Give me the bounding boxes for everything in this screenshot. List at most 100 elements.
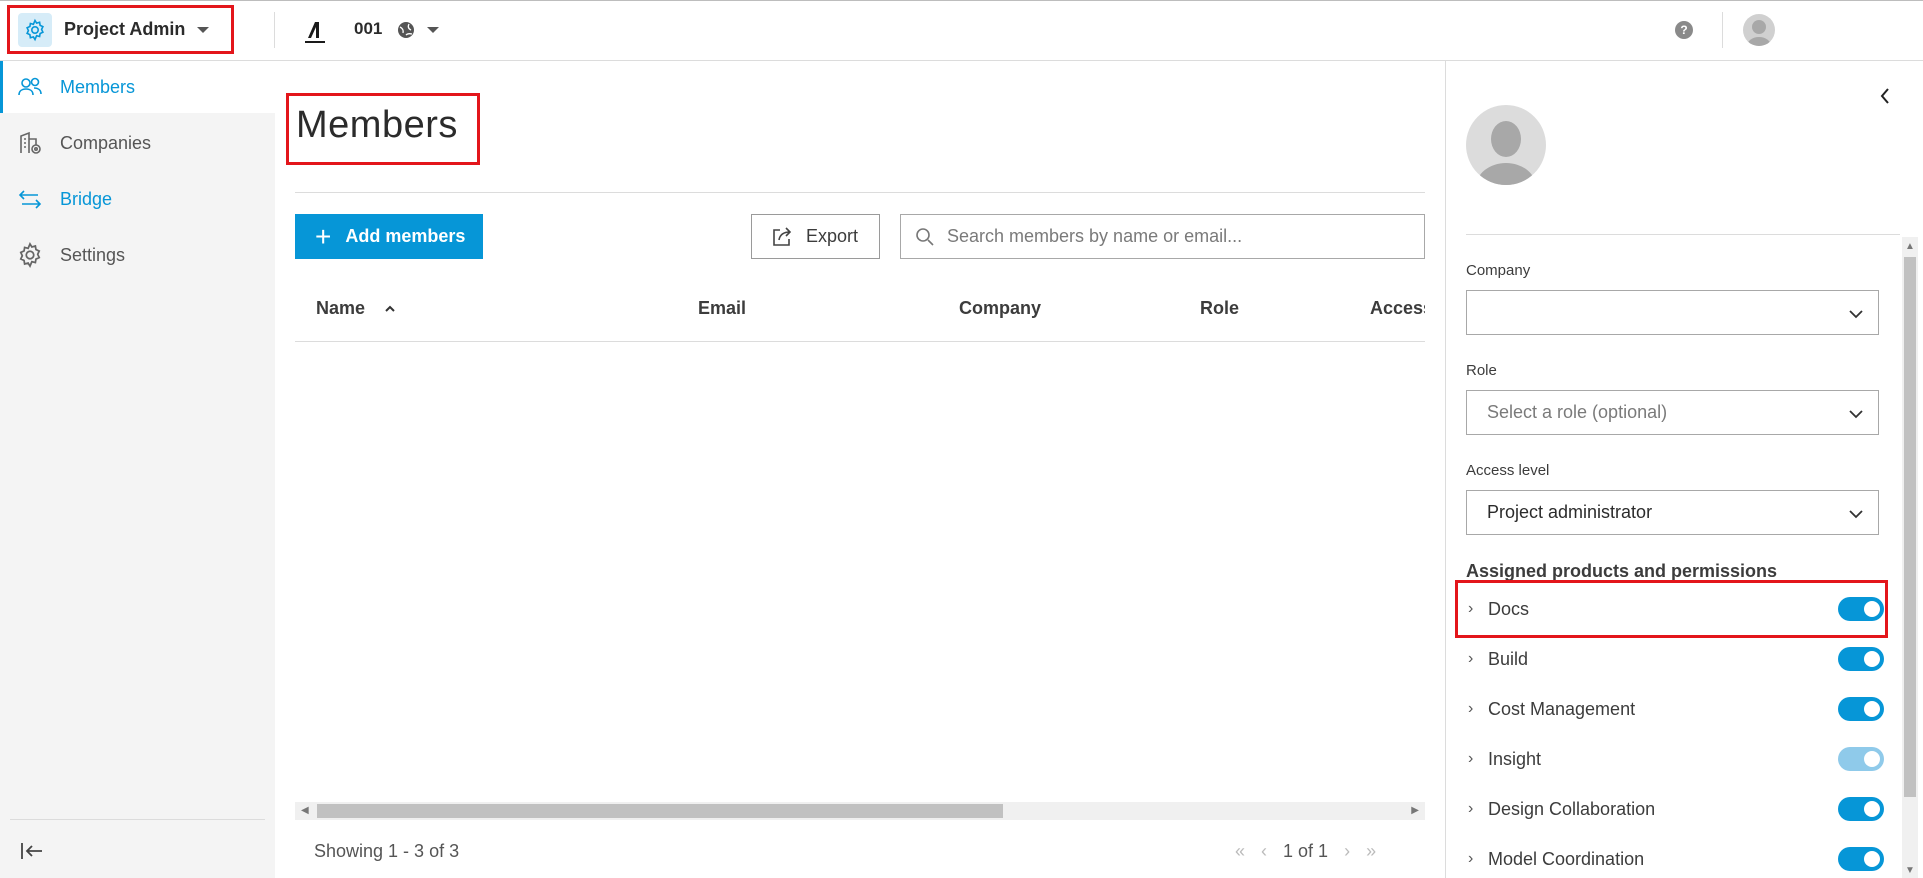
table-header-divider xyxy=(295,341,1425,342)
cost-management-toggle[interactable] xyxy=(1838,697,1884,721)
column-header-email[interactable]: Email xyxy=(698,298,746,319)
column-header-role[interactable]: Role xyxy=(1200,298,1239,319)
sidebar-item-settings[interactable]: Settings xyxy=(0,229,275,281)
module-label: Project Admin xyxy=(64,19,186,39)
scrollbar-thumb[interactable] xyxy=(317,804,1003,818)
product-row-design-collaboration[interactable]: › Design Collaboration xyxy=(1466,791,1884,827)
title-divider xyxy=(295,192,1425,193)
user-avatar[interactable] xyxy=(1743,14,1775,46)
vertical-scrollbar[interactable]: ▲ ▼ xyxy=(1902,237,1918,878)
company-select[interactable] xyxy=(1466,290,1879,335)
role-label: Role xyxy=(1466,362,1497,379)
chevron-right-icon[interactable]: › xyxy=(1468,850,1478,868)
product-name: Model Coordination xyxy=(1488,848,1645,869)
globe-icon xyxy=(398,22,414,38)
scroll-up-icon[interactable]: ▲ xyxy=(1905,241,1915,252)
sidebar-item-label: Companies xyxy=(60,132,152,153)
search-field[interactable] xyxy=(900,214,1425,259)
chevron-right-icon[interactable]: › xyxy=(1468,800,1478,818)
chevron-down-icon xyxy=(1849,510,1863,519)
chevron-right-icon[interactable]: › xyxy=(1468,750,1478,768)
panel-divider xyxy=(1466,234,1900,235)
prev-page-icon[interactable]: ‹ xyxy=(1261,841,1267,862)
gear-icon xyxy=(18,12,52,47)
sidebar-item-label: Settings xyxy=(60,244,126,265)
sidebar-item-bridge[interactable]: Bridge xyxy=(0,173,275,225)
chevron-right-icon[interactable]: › xyxy=(1468,650,1478,668)
scrollbar-thumb[interactable] xyxy=(1904,257,1916,797)
search-icon xyxy=(916,227,934,246)
sort-ascending-icon xyxy=(385,305,395,312)
sidebar: Members Companies Bridge Settings xyxy=(0,61,275,878)
product-name: Docs xyxy=(1488,598,1530,619)
product-name: Cost Management xyxy=(1488,698,1636,719)
column-header-access-level[interactable]: Access l xyxy=(1370,298,1425,319)
product-name: Insight xyxy=(1488,748,1542,769)
search-input[interactable] xyxy=(947,226,1417,247)
product-row-insight[interactable]: › Insight xyxy=(1466,741,1884,777)
insight-toggle[interactable] xyxy=(1838,747,1884,771)
top-border xyxy=(0,0,1923,1)
people-icon xyxy=(18,77,42,96)
last-page-icon[interactable]: » xyxy=(1366,841,1376,862)
next-page-icon[interactable]: › xyxy=(1344,841,1350,862)
access-level-value: Project administrator xyxy=(1487,502,1653,522)
role-select[interactable]: Select a role (optional) xyxy=(1466,390,1879,435)
plus-icon: + xyxy=(315,220,332,252)
bridge-arrows-icon xyxy=(18,190,42,209)
sidebar-item-label: Bridge xyxy=(60,188,113,209)
sidebar-item-companies[interactable]: Companies xyxy=(0,117,275,169)
product-name: Build xyxy=(1488,648,1529,669)
page-title: Members xyxy=(296,104,458,146)
column-header-name[interactable]: Name xyxy=(316,298,396,319)
column-header-label: Name xyxy=(316,298,366,318)
autodesk-logo xyxy=(305,22,325,43)
product-name: Design Collaboration xyxy=(1488,798,1656,819)
export-label: Export xyxy=(806,226,859,246)
access-level-select[interactable]: Project administrator xyxy=(1466,490,1879,535)
role-placeholder: Select a role (optional) xyxy=(1487,402,1668,422)
product-row-docs[interactable]: › Docs xyxy=(1466,591,1884,627)
chevron-down-icon xyxy=(197,26,210,33)
scroll-left-icon[interactable]: ◀ xyxy=(301,805,309,816)
company-label: Company xyxy=(1466,262,1531,279)
access-level-label: Access level xyxy=(1466,462,1550,479)
help-icon[interactable]: ? xyxy=(1675,21,1693,39)
design-collaboration-toggle[interactable] xyxy=(1838,797,1884,821)
chevron-down-icon xyxy=(1849,410,1863,419)
project-name[interactable]: 001 xyxy=(354,19,382,39)
pagination: « ‹ 1 of 1 › » xyxy=(1235,841,1376,862)
gear-icon xyxy=(19,242,41,268)
chevron-left-icon[interactable] xyxy=(1875,84,1895,108)
scroll-right-icon[interactable]: ▶ xyxy=(1411,805,1419,816)
chevron-right-icon[interactable]: › xyxy=(1468,600,1478,618)
add-members-label: Add members xyxy=(345,226,466,246)
first-page-icon[interactable]: « xyxy=(1235,841,1245,862)
product-row-cost-management[interactable]: › Cost Management xyxy=(1466,691,1884,727)
add-members-button[interactable]: + Add members xyxy=(295,214,483,259)
docs-toggle[interactable] xyxy=(1838,597,1884,621)
build-toggle[interactable] xyxy=(1838,647,1884,671)
collapse-left-icon[interactable] xyxy=(18,837,46,865)
top-bar: Project Admin 001 ? xyxy=(0,0,1923,61)
project-chevron-down-icon[interactable] xyxy=(427,27,439,33)
scroll-down-icon[interactable]: ▼ xyxy=(1905,865,1915,876)
products-section-title: Assigned products and permissions xyxy=(1466,561,1778,581)
sidebar-item-label: Members xyxy=(60,76,136,97)
member-avatar xyxy=(1466,105,1546,185)
product-row-build[interactable]: › Build xyxy=(1466,641,1884,677)
chevron-down-icon xyxy=(1849,310,1863,319)
page-indicator: 1 of 1 xyxy=(1283,841,1329,861)
header-divider xyxy=(274,12,275,48)
model-coordination-toggle[interactable] xyxy=(1838,847,1884,871)
chevron-right-icon[interactable]: › xyxy=(1468,700,1478,718)
column-header-company[interactable]: Company xyxy=(959,298,1041,319)
module-switcher[interactable]: Project Admin xyxy=(7,5,234,54)
export-icon xyxy=(773,226,792,246)
sidebar-item-members[interactable]: Members xyxy=(0,61,275,113)
results-count: Showing 1 - 3 of 3 xyxy=(314,841,460,861)
product-row-model-coordination[interactable]: › Model Coordination xyxy=(1466,841,1884,877)
export-button[interactable]: Export xyxy=(751,214,880,259)
header-divider-right xyxy=(1722,12,1723,48)
horizontal-scrollbar[interactable]: ◀ ▶ xyxy=(295,802,1425,820)
